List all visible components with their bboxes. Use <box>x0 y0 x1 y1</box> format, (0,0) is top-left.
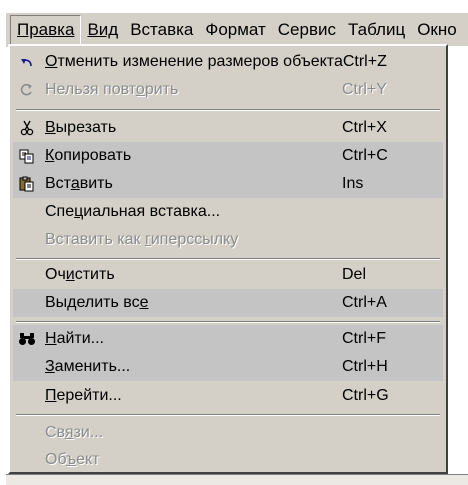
menu-item-paste-hyperlink-label: Вставить как гиперссылку <box>45 231 239 248</box>
menu-separator <box>16 414 440 416</box>
menu-item-undo-shortcut: Ctrl+Z <box>342 53 387 70</box>
menu-item-goto-shortcut: Ctrl+G <box>342 387 389 404</box>
document-background-edge <box>448 46 468 476</box>
menu-item-icon-slot <box>13 289 41 317</box>
menu-item-clear[interactable]: Очистить Del <box>13 261 443 289</box>
menu-insert-label: Вставка <box>130 20 194 39</box>
menu-edit[interactable]: Правка <box>10 15 82 45</box>
menu-item-replace-label: Заменить... <box>45 358 131 375</box>
menu-item-icon-slot <box>13 419 41 447</box>
menu-item-redo-label: Нельзя повторить <box>45 81 179 98</box>
menu-insert[interactable]: Вставка <box>124 15 199 45</box>
menu-separator <box>16 109 440 111</box>
menu-view-label: Вид <box>87 20 119 39</box>
status-bar-edge <box>6 474 468 485</box>
menu-item-redo: Нельзя повторить Ctrl+Y <box>13 76 443 104</box>
menu-item-find-label: Найти... <box>45 330 104 347</box>
menu-item-clear-shortcut: Del <box>342 266 367 283</box>
menu-item-select-all[interactable]: Выделить все Ctrl+A <box>13 289 443 317</box>
menu-item-paste-hyperlink: Вставить как гиперссылку <box>13 226 443 254</box>
menu-item-links: Связи... <box>13 419 443 447</box>
menu-item-icon-slot <box>13 446 41 474</box>
menu-item-cut-label: Вырезать <box>45 119 117 136</box>
menu-item-paste-label: Вставить <box>45 175 113 192</box>
menu-item-paste[interactable]: Вставить Ins <box>13 170 443 198</box>
scissors-icon <box>13 114 41 142</box>
menu-item-find-shortcut: Ctrl+F <box>342 330 386 347</box>
menu-item-icon-slot <box>13 198 41 226</box>
menu-window-label: Окно <box>417 20 457 39</box>
menu-item-copy[interactable]: Копировать Ctrl+C <box>13 142 443 170</box>
menu-item-copy-label: Копировать <box>45 147 132 164</box>
menu-item-cut[interactable]: Вырезать Ctrl+X <box>13 114 443 142</box>
edit-menu-dropdown: Отменить изменение размеров объекта Ctrl… <box>8 44 448 474</box>
menu-tools-label: Сервис <box>277 20 336 39</box>
menu-item-icon-slot <box>13 353 41 381</box>
word-edit-menu-screenshot: Правка Вид Вставка Формат Сервис Таблиц … <box>0 0 468 485</box>
menu-item-undo[interactable]: Отменить изменение размеров объекта Ctrl… <box>13 48 443 76</box>
menu-item-undo-label: Отменить изменение размеров объекта <box>45 53 343 70</box>
menu-tools[interactable]: Сервис <box>272 15 342 45</box>
menu-item-paste-shortcut: Ins <box>342 175 364 192</box>
menu-item-links-label: Связи... <box>45 424 104 441</box>
menu-item-paste-special[interactable]: Специальная вставка... <box>13 198 443 226</box>
redo-arrow-icon <box>13 76 41 104</box>
menu-separator <box>16 321 440 323</box>
clipboard-icon <box>13 170 41 198</box>
menu-item-select-all-shortcut: Ctrl+A <box>342 294 387 311</box>
menu-item-goto-label: Перейти... <box>45 387 122 404</box>
menu-separator <box>16 258 440 260</box>
menu-item-redo-shortcut: Ctrl+Y <box>342 81 387 98</box>
menu-item-replace[interactable]: Заменить... Ctrl+H <box>13 353 443 381</box>
menu-item-select-all-label: Выделить все <box>45 294 149 311</box>
undo-arrow-icon <box>13 48 41 76</box>
menu-item-goto[interactable]: Перейти... Ctrl+G <box>13 382 443 410</box>
menu-item-icon-slot <box>13 261 41 289</box>
menu-item-find[interactable]: Найти... Ctrl+F <box>13 325 443 353</box>
binoculars-icon <box>13 325 41 353</box>
menu-item-paste-special-label: Специальная вставка... <box>45 203 221 220</box>
menu-item-icon-slot <box>13 382 41 410</box>
menu-window[interactable]: Окно <box>411 15 463 45</box>
menu-item-clear-label: Очистить <box>45 266 115 283</box>
menu-edit-label: Правка <box>17 20 75 39</box>
menu-format[interactable]: Формат <box>199 15 271 45</box>
menu-format-label: Формат <box>205 20 266 39</box>
menu-view[interactable]: Вид <box>81 15 124 45</box>
menu-item-icon-slot <box>13 226 41 254</box>
menu-item-replace-shortcut: Ctrl+H <box>342 358 388 375</box>
menu-item-object: Объект <box>13 446 443 474</box>
menu-table-label: Таблиц <box>348 20 406 39</box>
menu-item-cut-shortcut: Ctrl+X <box>342 119 387 136</box>
menu-item-object-label: Объект <box>45 451 100 468</box>
menubar: Правка Вид Вставка Формат Сервис Таблиц … <box>6 12 468 47</box>
menu-table[interactable]: Таблиц <box>342 15 411 45</box>
menu-item-copy-shortcut: Ctrl+C <box>342 147 388 164</box>
copy-icon <box>13 142 41 170</box>
